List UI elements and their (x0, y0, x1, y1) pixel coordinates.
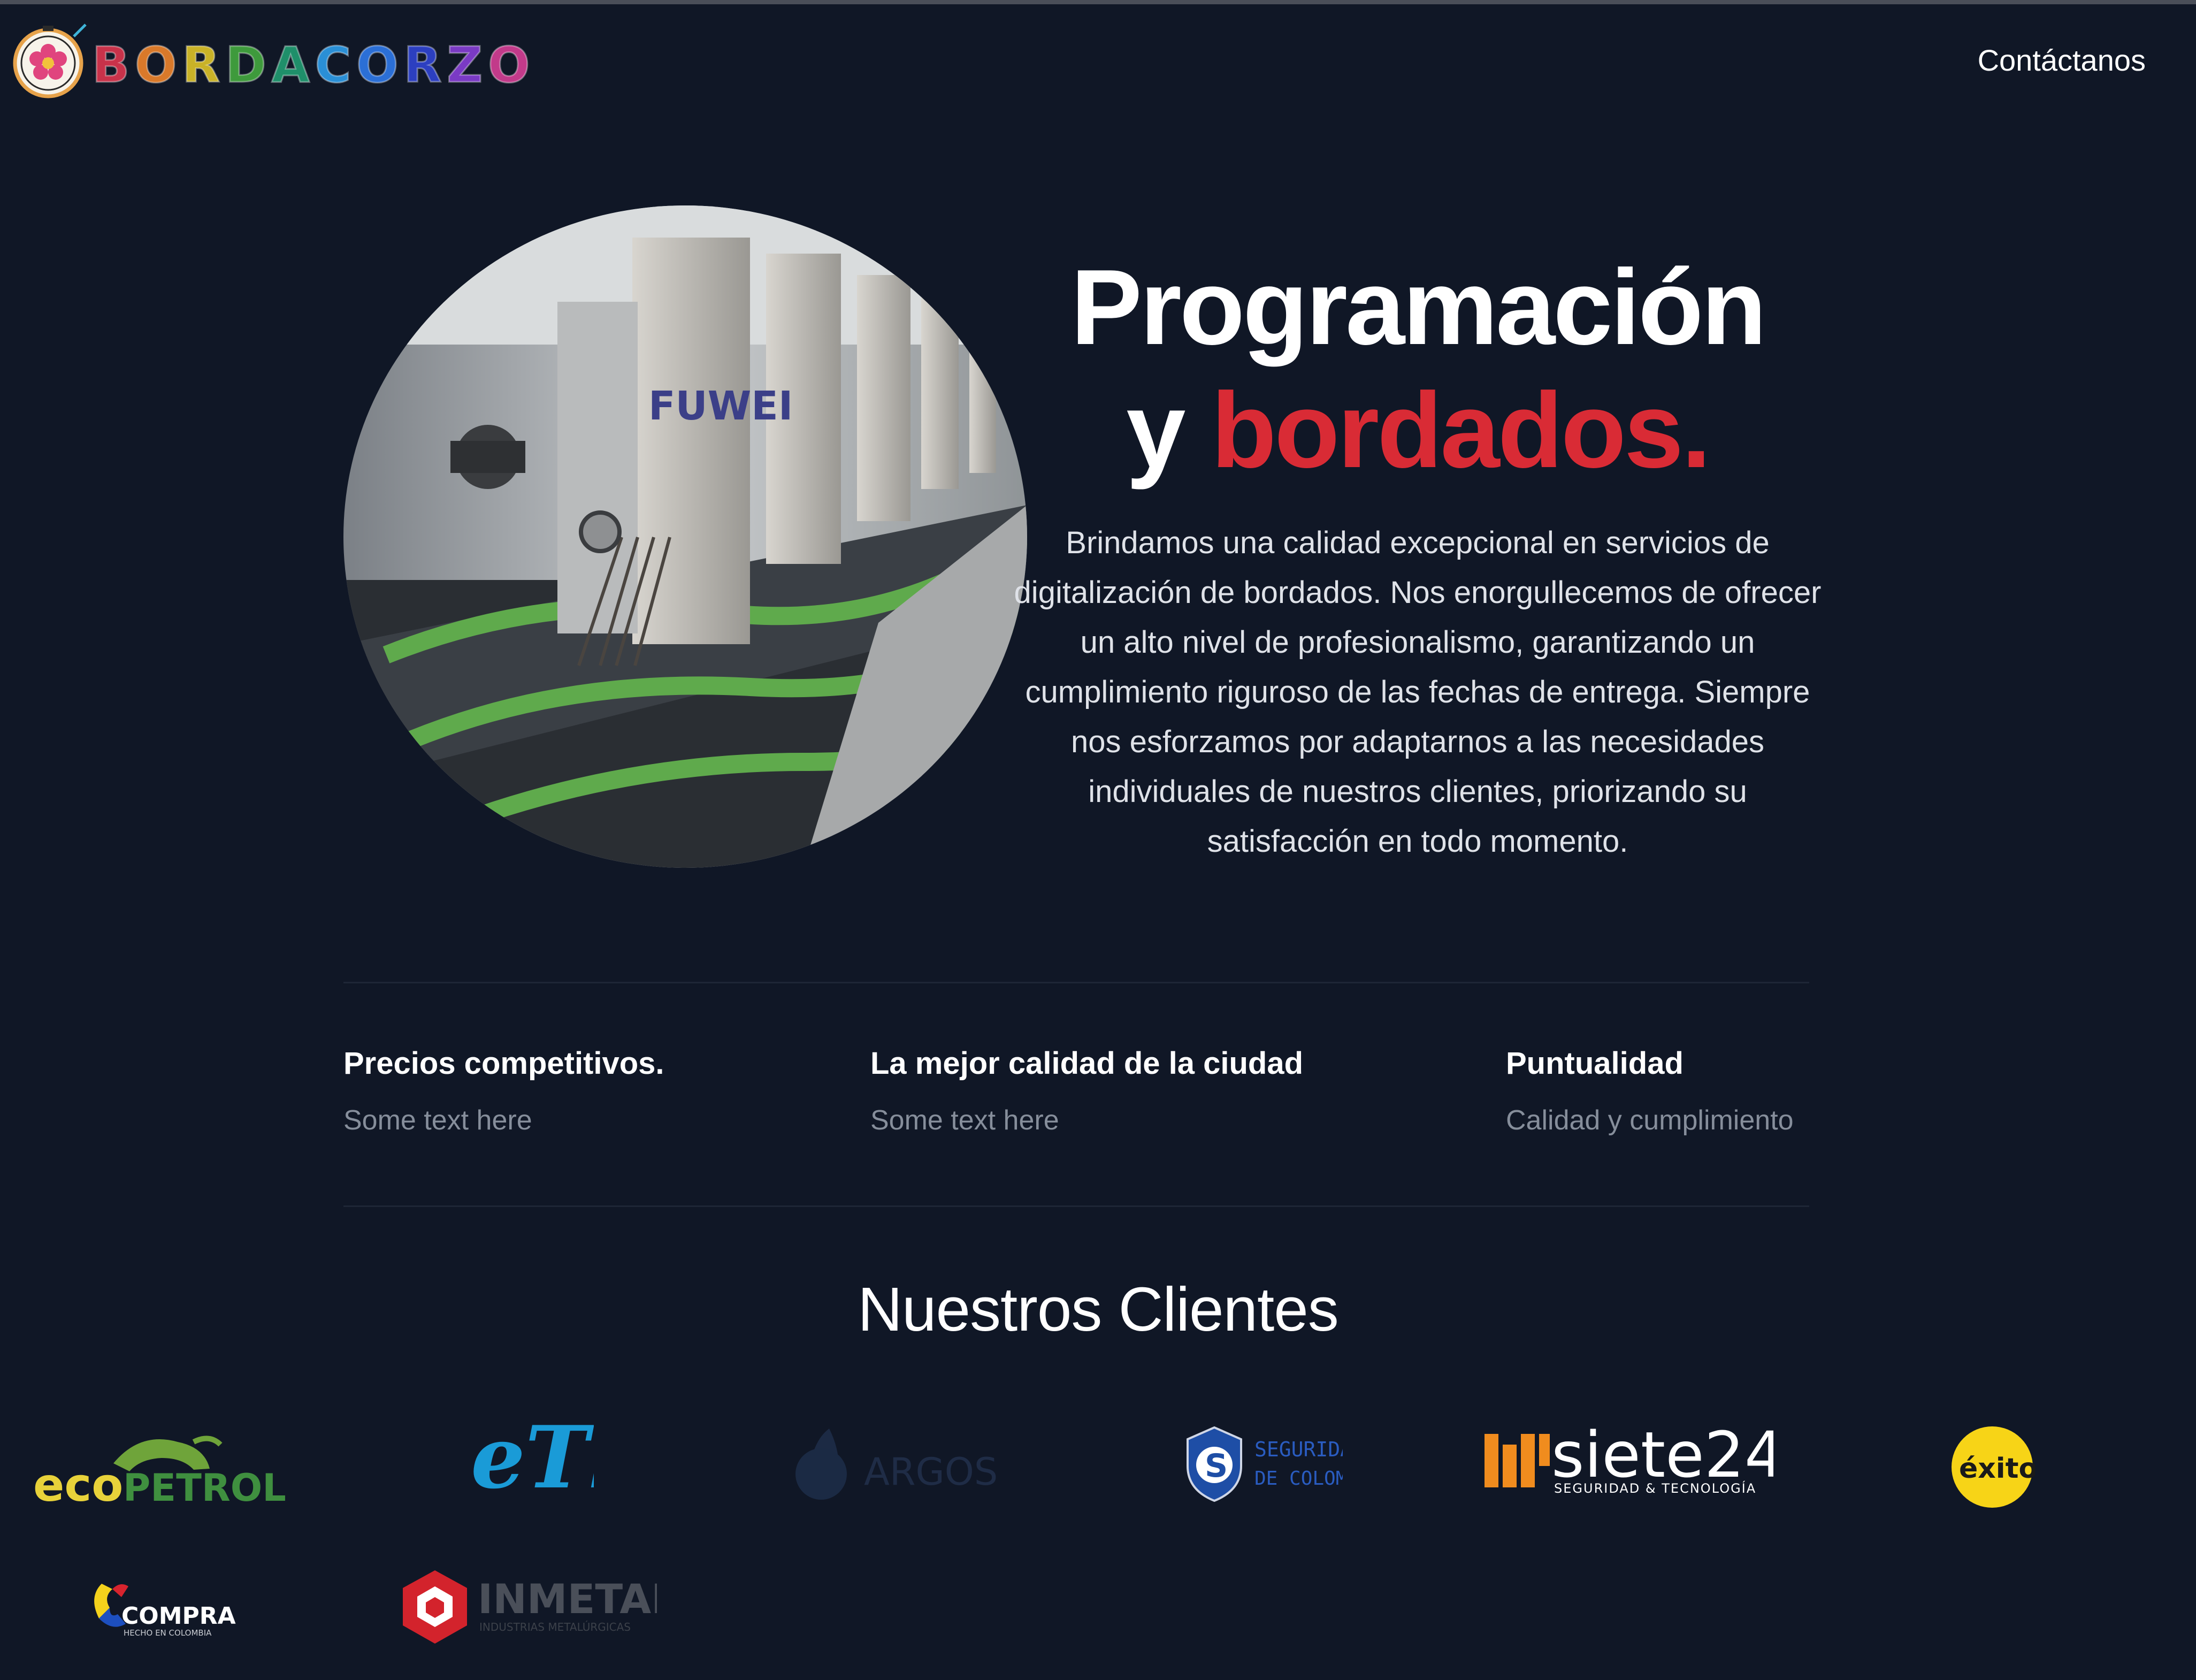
clients-title: Nuestros Clientes (858, 1274, 1338, 1344)
svg-text:ARGOS: ARGOS (864, 1450, 998, 1494)
hero-title-line1: Programación (1070, 248, 1767, 367)
client-logo-compra: COMPRA HECHO EN COLOMBIA (88, 1576, 238, 1640)
svg-text:eTb: eTb (471, 1412, 594, 1508)
divider-bottom (343, 1205, 1809, 1207)
hero-title: Programación y bordados. (1006, 246, 1830, 492)
divider-top (343, 982, 1809, 983)
svg-text:eco: eco (33, 1458, 123, 1511)
brand-letter: R (403, 35, 447, 94)
embroidery-machine-image: FUWEI (343, 205, 1027, 868)
hero-description: Brindamos una calidad excepcional en ser… (1014, 525, 1822, 859)
svg-text:INMETAL: INMETAL (478, 1575, 657, 1623)
feature-text: Some text here (343, 1105, 532, 1136)
window-top-border (0, 0, 2196, 4)
svg-text:COMPRA: COMPRA (121, 1602, 236, 1630)
svg-text:SEGURIDAD & TECNOLOGÍA: SEGURIDAD & TECNOLOGÍA (1554, 1480, 1756, 1496)
feature-text: Some text here (870, 1105, 1059, 1136)
brand-letter: B (91, 35, 135, 94)
brand-letter: R (181, 35, 226, 94)
svg-text:éxito: éxito (1959, 1453, 2035, 1485)
svg-text:DE COLOMBIA: DE COLOMBIA (1254, 1468, 1343, 1490)
brand-letter: D (225, 35, 272, 94)
flower-logo-icon[interactable] (10, 20, 90, 101)
svg-text:SEGURIDAD: SEGURIDAD (1254, 1438, 1343, 1461)
contact-link[interactable]: Contáctanos (1978, 43, 2146, 78)
client-logo-siete24: siete24 SEGURIDAD & TECNOLOGÍA (1485, 1423, 1773, 1498)
svg-text:FUWEI: FUWEI (648, 383, 793, 429)
hero-title-prefix: y (1126, 371, 1212, 490)
feature-title: La mejor calidad de la ciudad (870, 1046, 1304, 1081)
brand-letter: Z (446, 35, 488, 94)
feature-title: Precios competitivos. (343, 1046, 664, 1081)
brand-wordmark[interactable]: BORDACORZO (91, 35, 535, 94)
client-logo-ecopetrol: eco PETROL (33, 1421, 290, 1511)
client-logo-exito: éxito (1949, 1424, 2035, 1510)
svg-text:PETROL: PETROL (123, 1466, 286, 1510)
svg-text:S: S (1205, 1447, 1228, 1485)
feature-title: Puntualidad (1506, 1046, 1684, 1081)
brand-letter: O (487, 35, 535, 94)
hero-title-accent: bordados. (1211, 371, 1711, 490)
feature-quality: La mejor calidad de la ciudad Some text … (870, 1042, 1303, 1140)
svg-text:INDUSTRIAS METALÚRGICAS: INDUSTRIAS METALÚRGICAS (479, 1621, 631, 1633)
feature-punctuality: Puntualidad Calidad y cumplimiento (1506, 1042, 1794, 1140)
feature-text: Calidad y cumplimiento (1506, 1105, 1794, 1136)
brand-letter: O (356, 35, 404, 94)
client-logo-etb: eTb (465, 1412, 594, 1509)
brand-letter: C (314, 35, 357, 94)
brand-letter: O (134, 35, 182, 94)
client-logo-inmetal: INMETAL INDUSTRIAS METALÚRGICAS (400, 1568, 657, 1648)
feature-prices: Precios competitivos. Some text here (343, 1042, 664, 1140)
svg-text:HECHO EN COLOMBIA: HECHO EN COLOMBIA (124, 1628, 212, 1638)
client-logo-seguridad: S SEGURIDAD DE COLOMBIA (1182, 1423, 1343, 1503)
brand-letter: A (271, 35, 315, 94)
client-logo-argos: ARGOS (792, 1423, 1016, 1509)
navbar: BORDACORZO Contáctanos (0, 4, 2196, 117)
